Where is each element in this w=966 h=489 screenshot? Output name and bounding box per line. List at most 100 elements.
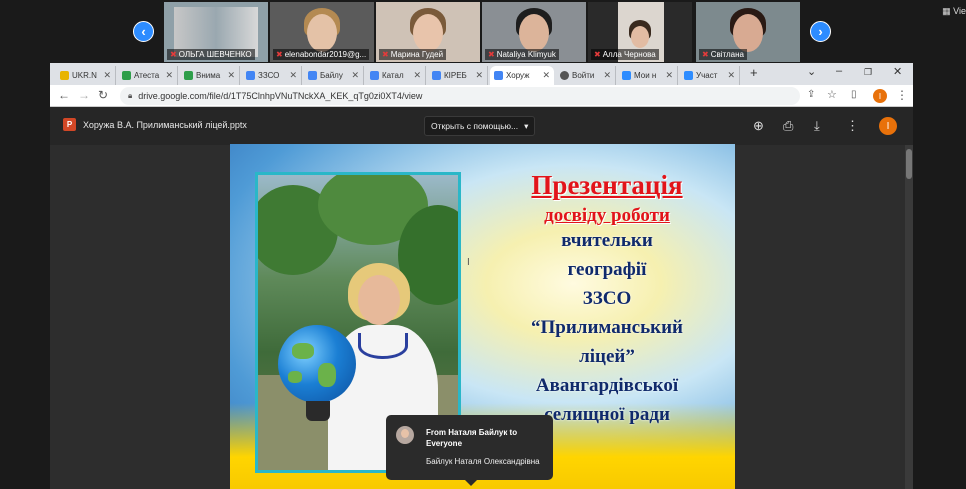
participant-name: ✖ Алла Чернова (591, 49, 659, 60)
window-close-icon[interactable]: ✕ (893, 65, 902, 78)
mic-muted-icon: ✖ (170, 50, 177, 59)
kebab-menu-icon[interactable]: ⋮ (896, 88, 908, 102)
participant-name: ✖ elenabondar2019@g... (273, 49, 370, 60)
back-arrow-icon[interactable]: ← (58, 88, 70, 102)
tab-favicon-icon (60, 71, 69, 80)
open-with-button[interactable]: Открыть с помощью... ▾ (424, 116, 536, 136)
share-icon[interactable]: ⇪ (807, 89, 815, 100)
mic-muted-icon: ✖ (594, 50, 601, 59)
slide-line: “Прилиманський (531, 317, 683, 338)
close-icon[interactable]: ✕ (542, 70, 550, 81)
chat-notification[interactable]: From Наталя Байлук to Everyone Байлук На… (386, 415, 553, 486)
slide-line: географії (567, 259, 647, 280)
close-icon[interactable]: ✕ (227, 70, 235, 81)
screen: ‹ ✖ ОЛЬГА ШЕВЧЕНКО ✖ elenabondar2019@g... … (0, 0, 966, 489)
open-with-label: Открыть с помощью... (431, 121, 519, 131)
view-toggle[interactable]: ▦ Vie (942, 6, 966, 17)
address-bar[interactable]: 🔒︎ drive.google.com/file/d/1T75ClnhpVNuT… (120, 87, 800, 105)
close-icon[interactable]: ✕ (351, 70, 359, 81)
participant-tile[interactable]: ✖ ОЛЬГА ШЕВЧЕНКО (164, 2, 268, 62)
restore-icon[interactable]: ❐ (864, 67, 872, 78)
reload-icon[interactable]: ↻ (98, 88, 108, 102)
chevron-right-icon[interactable]: › (810, 21, 831, 42)
close-icon[interactable]: ✕ (603, 70, 611, 81)
participant-name: ✖ ОЛЬГА ШЕВЧЕНКО (167, 49, 255, 60)
globe-icon (560, 71, 569, 80)
browser-tab[interactable]: Войти ✕ (556, 66, 616, 85)
zoom-icon (622, 71, 631, 80)
slide-title: Презентація (531, 170, 683, 200)
slide-line: вчительки (561, 230, 653, 251)
chevron-down-icon[interactable]: ⌄ (807, 65, 816, 78)
tab-bar: UKR.N ✕ Атеста ✕ Внима ✕ ЗЗСО ✕ Байлу ✕ Катал… (50, 63, 913, 85)
avatar (396, 426, 414, 444)
browser-tab-active[interactable]: Хоруж ✕ (490, 66, 554, 85)
close-icon[interactable]: ✕ (665, 70, 673, 81)
participant-tile[interactable]: ✖ elenabondar2019@g... (270, 2, 374, 62)
add-to-drive-icon[interactable]: ⊕ (753, 118, 764, 134)
avatar[interactable]: I (879, 117, 897, 135)
mic-muted-icon: ✖ (382, 50, 389, 59)
forward-arrow-icon[interactable]: → (78, 88, 90, 102)
bookmark-star-icon[interactable]: ☆ (827, 88, 837, 101)
google-drive-icon (494, 71, 503, 80)
participant-tile[interactable]: ✖ Світлана (696, 2, 800, 62)
tab-favicon-icon (122, 71, 131, 80)
avatar[interactable]: I (873, 89, 887, 103)
participant-name: ✖ Nataliya Klimyuk (485, 49, 559, 60)
browser-tab[interactable]: Атеста ✕ (118, 66, 178, 85)
tab-favicon-icon (184, 71, 193, 80)
browser-tab[interactable]: UKR.N ✕ (56, 66, 116, 85)
browser-tab[interactable]: Мои н ✕ (618, 66, 678, 85)
google-drive-icon (308, 71, 317, 80)
new-tab-button[interactable]: + (750, 65, 758, 80)
chevron-left-icon[interactable]: ‹ (133, 21, 154, 42)
powerpoint-file-icon: P (63, 118, 76, 131)
close-icon[interactable]: ✕ (413, 70, 421, 81)
browser-tab[interactable]: Байлу ✕ (304, 66, 364, 85)
scrollbar-thumb[interactable] (906, 149, 912, 179)
chat-sender: From Наталя Байлук to Everyone (426, 428, 518, 448)
lock-icon: 🔒︎ (128, 91, 133, 100)
browser-toolbar: ← → ↻ 🔒︎ drive.google.com/file/d/1T75Cln… (50, 85, 913, 107)
download-icon[interactable]: ⤓ (814, 118, 820, 134)
minimize-icon[interactable]: – (836, 65, 842, 77)
file-name: Хоружа В.А. Прилиманський ліцей.pptx (83, 120, 247, 130)
zoom-participant-strip: ‹ ✖ ОЛЬГА ШЕВЧЕНКО ✖ elenabondar2019@g... … (0, 0, 966, 64)
slide-line: ЗЗСО (582, 288, 632, 309)
scrollbar[interactable] (905, 145, 913, 489)
zoom-icon (684, 71, 693, 80)
participant-tile[interactable]: ✖ Марина Гудей (376, 2, 480, 62)
text-cursor-icon: I (467, 257, 470, 268)
browser-tab[interactable]: Участ ✕ (680, 66, 740, 85)
slide-text-block: Презентація досвіду роботи вчительки гео… (492, 170, 722, 426)
slide-line: Авангардівської (535, 375, 679, 396)
print-icon[interactable]: ⎙ (783, 118, 793, 134)
browser-tab[interactable]: ЗЗСО ✕ (242, 66, 302, 85)
browser-tab[interactable]: Внима ✕ (180, 66, 240, 85)
url-text: drive.google.com/file/d/1T75ClnhpVNuTNck… (138, 91, 423, 101)
mic-muted-icon: ✖ (276, 50, 283, 59)
close-icon[interactable]: ✕ (475, 70, 483, 81)
grid-icon: ▦ (942, 6, 951, 16)
viewer-header: P Хоружа В.А. Прилиманський ліцей.pptx О… (50, 107, 913, 145)
participant-tile[interactable]: ✖ Алла Чернова (588, 2, 692, 62)
close-icon[interactable]: ✕ (103, 70, 111, 81)
google-drive-icon (370, 71, 379, 80)
globe-icon (278, 325, 356, 403)
browser-tab[interactable]: КІРЕБ ✕ (428, 66, 488, 85)
slide-subtitle: досвіду роботи (544, 205, 670, 226)
chat-tail (465, 480, 477, 486)
mic-muted-icon: ✖ (702, 50, 709, 59)
participant-tile[interactable]: ✖ Nataliya Klimyuk (482, 2, 586, 62)
more-options-icon[interactable]: ⋮ (846, 118, 859, 134)
side-panel-icon[interactable]: ▯ (851, 89, 857, 100)
close-icon[interactable]: ✕ (165, 70, 173, 81)
slide-line: ліцей” (579, 346, 635, 367)
close-icon[interactable]: ✕ (727, 70, 735, 81)
mic-muted-icon: ✖ (488, 50, 495, 59)
participant-name: ✖ Світлана (699, 49, 747, 60)
close-icon[interactable]: ✕ (289, 70, 297, 81)
google-drive-icon (246, 71, 255, 80)
browser-tab[interactable]: Катал ✕ (366, 66, 426, 85)
